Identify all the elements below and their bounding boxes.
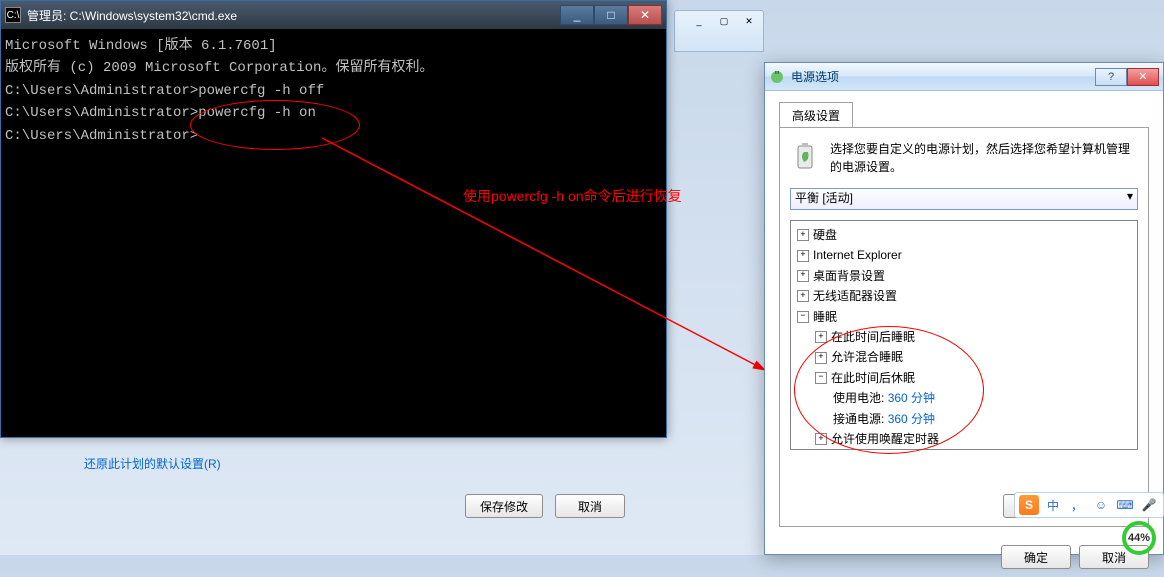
power-plan-select[interactable]: 平衡 [活动] ▾: [790, 188, 1138, 210]
cmd-close-button[interactable]: ✕: [628, 5, 662, 25]
cmd-output[interactable]: Microsoft Windows [版本 6.1.7601]版权所有 (c) …: [1, 29, 666, 153]
tab-advanced[interactable]: 高级设置: [779, 102, 853, 128]
sogou-icon[interactable]: S: [1019, 495, 1039, 515]
system-tray: 44%: [1108, 525, 1164, 555]
ime-keyboard-icon[interactable]: ⌨: [1115, 495, 1135, 515]
expand-icon[interactable]: +: [815, 352, 827, 364]
power-close-button[interactable]: ✕: [1127, 68, 1159, 86]
tree-hibernate-battery[interactable]: 使用电池: 360 分钟: [793, 388, 1135, 408]
tree-wireless[interactable]: +无线适配器设置: [793, 286, 1135, 306]
cmd-title: 管理员: C:\Windows\system32\cmd.exe: [27, 7, 560, 24]
cmd-minimize-button[interactable]: _: [560, 5, 594, 25]
hibernate-plugged-value[interactable]: 360 分钟: [888, 409, 935, 429]
ime-zhong[interactable]: 中: [1043, 495, 1063, 515]
save-changes-button[interactable]: 保存修改: [465, 494, 543, 518]
bg-max[interactable]: ▢: [712, 13, 736, 29]
cmd-titlebar[interactable]: C:\ 管理员: C:\Windows\system32\cmd.exe _ □…: [1, 1, 666, 29]
battery-leaf-icon: [790, 140, 822, 172]
tab-panel: 选择您要自定义的电源计划，然后选择您希望计算机管理的电源设置。 平衡 [活动] …: [779, 127, 1149, 527]
power-options-dialog: 电源选项 ? ✕ 高级设置 选择您要自定义的电源计划，然后选择您希望计算机管理的…: [764, 62, 1164, 555]
expand-icon[interactable]: +: [797, 229, 809, 241]
tree-hdd[interactable]: +硬盘: [793, 225, 1135, 245]
expand-icon[interactable]: +: [797, 270, 809, 282]
background-window: _ ▢ ✕: [674, 10, 764, 52]
collapse-icon[interactable]: −: [797, 311, 809, 323]
cmd-maximize-button[interactable]: □: [594, 5, 628, 25]
collapse-icon[interactable]: −: [815, 372, 827, 384]
tree-sleep[interactable]: −睡眠: [793, 307, 1135, 327]
tree-wallpaper[interactable]: +桌面背景设置: [793, 266, 1135, 286]
expand-icon[interactable]: +: [815, 331, 827, 343]
power-plug-icon: [769, 69, 785, 85]
ime-toolbar[interactable]: S 中 ， ☺ ⌨ 🎤: [1014, 492, 1164, 518]
tree-hibernate-after[interactable]: −在此时间后休眠: [793, 368, 1135, 388]
bottom-button-row: 保存修改 取消: [465, 494, 625, 518]
cmd-icon: C:\: [5, 7, 21, 23]
battery-percent: 44%: [1128, 532, 1150, 544]
tree-hibernate-plugged[interactable]: 接通电源: 360 分钟: [793, 409, 1135, 429]
power-titlebar[interactable]: 电源选项 ? ✕: [765, 63, 1163, 91]
expand-icon[interactable]: +: [815, 433, 827, 445]
expand-icon[interactable]: +: [797, 250, 809, 262]
restore-plan-link[interactable]: 还原此计划的默认设置(R): [84, 455, 221, 472]
tree-ie[interactable]: +Internet Explorer: [793, 245, 1135, 265]
power-title: 电源选项: [791, 68, 1095, 85]
bg-min[interactable]: _: [687, 13, 711, 29]
tree-hybrid-sleep[interactable]: +允许混合睡眠: [793, 347, 1135, 367]
ime-mic-icon[interactable]: 🎤: [1139, 495, 1159, 515]
hibernate-battery-value[interactable]: 360 分钟: [888, 388, 935, 408]
battery-indicator[interactable]: 44%: [1114, 525, 1158, 555]
bg-close[interactable]: ✕: [737, 13, 761, 29]
settings-tree[interactable]: +硬盘 +Internet Explorer +桌面背景设置 +无线适配器设置 …: [790, 220, 1138, 450]
expand-icon[interactable]: +: [797, 290, 809, 302]
dropdown-arrow-icon: ▾: [1127, 189, 1133, 203]
tree-sleep-after[interactable]: +在此时间后睡眠: [793, 327, 1135, 347]
power-help-button[interactable]: ?: [1095, 68, 1127, 86]
power-intro-text: 选择您要自定义的电源计划，然后选择您希望计算机管理的电源设置。: [830, 140, 1138, 176]
ime-punct[interactable]: ，: [1067, 495, 1087, 515]
power-ok-button[interactable]: 确定: [1001, 545, 1071, 569]
tree-wake-timers[interactable]: +允许使用唤醒定时器: [793, 429, 1135, 449]
cancel-button[interactable]: 取消: [555, 494, 625, 518]
cmd-window: C:\ 管理员: C:\Windows\system32\cmd.exe _ □…: [0, 0, 667, 438]
ime-smiley-icon[interactable]: ☺: [1091, 495, 1111, 515]
annotation-text: 使用powercfg -h on命令后进行恢复: [463, 186, 682, 206]
plan-selected-value: 平衡 [活动]: [795, 191, 853, 205]
